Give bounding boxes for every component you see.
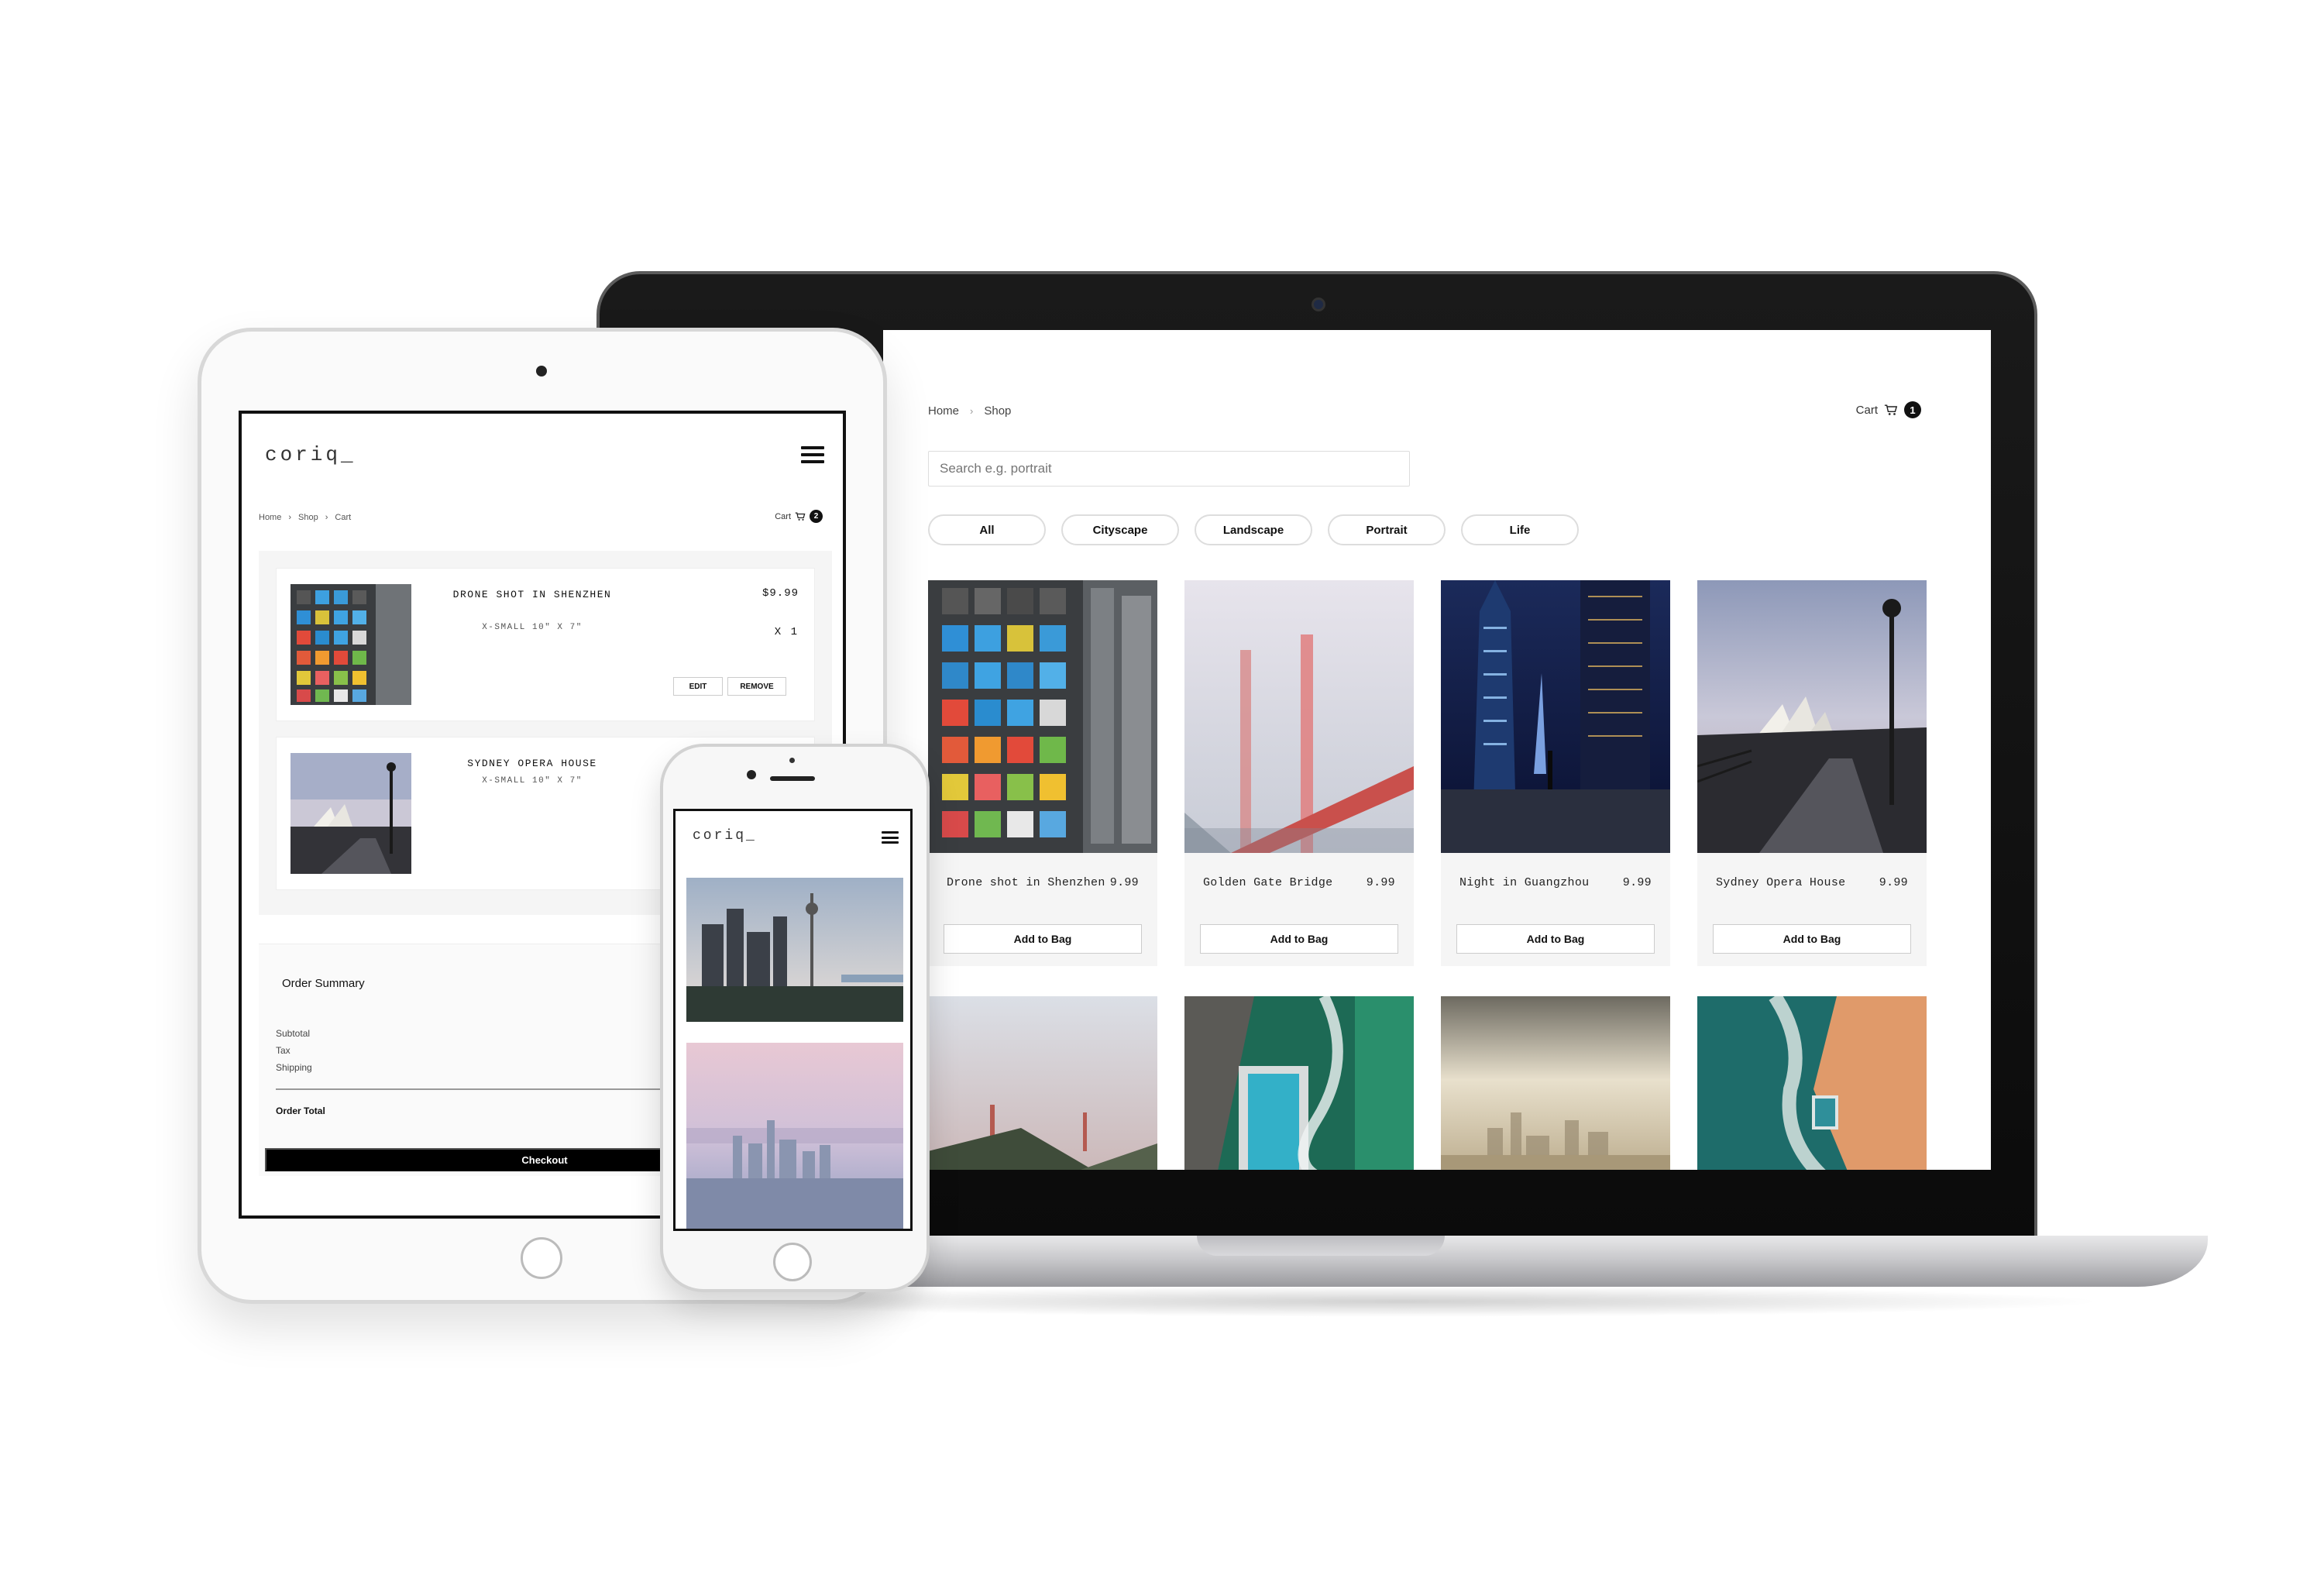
product-image-golden-gate-hills[interactable] (928, 996, 1157, 1170)
product-image-drone-shenzhen[interactable] (928, 580, 1157, 853)
search-input[interactable] (928, 451, 1410, 487)
breadcrumb-separator-icon: › (325, 513, 328, 522)
subtotal-label: Subtotal (276, 1028, 311, 1039)
edit-button[interactable]: EDIT (673, 677, 723, 696)
laptop-shadow (697, 1286, 2107, 1317)
filter-life-button[interactable]: Life (1461, 514, 1579, 545)
order-summary-heading: Order Summary (282, 977, 365, 990)
product-image-foggy-skyline[interactable] (1441, 996, 1670, 1170)
phone-front-sensor (789, 758, 795, 763)
breadcrumb-shop[interactable]: Shop (984, 404, 1011, 418)
product-image-ocean-pool[interactable] (1184, 996, 1414, 1170)
product-price: 9.99 (1109, 876, 1139, 889)
brand-logo[interactable]: coriq_ (265, 443, 356, 466)
brand-logo[interactable]: coriq_ (693, 828, 757, 844)
product-card[interactable] (1184, 996, 1414, 1170)
cart-item-title: SYDNEY OPERA HOUSE (467, 758, 597, 769)
product-card[interactable]: Golden Gate Bridge 9.99 Add to Bag (1184, 580, 1414, 966)
cart-item-thumbnail[interactable] (290, 753, 411, 874)
phone-camera (747, 770, 756, 779)
tablet-camera (536, 366, 547, 377)
cart-item-size: X-SMALL 10" X 7" (482, 623, 583, 632)
remove-button[interactable]: REMOVE (727, 677, 786, 696)
cart-item-quantity: X 1 (774, 626, 799, 638)
add-to-bag-button[interactable]: Add to Bag (1456, 924, 1655, 954)
product-price: 9.99 (1879, 876, 1908, 889)
breadcrumb: Home › Shop › Cart (259, 513, 351, 522)
breadcrumb-separator-icon: › (970, 405, 974, 417)
breadcrumb-home[interactable]: Home (928, 404, 959, 418)
product-image-san-francisco-dusk[interactable] (686, 1043, 903, 1229)
product-card[interactable] (1697, 996, 1927, 1170)
product-card[interactable]: Sydney Opera House 9.99 Add to Bag (1697, 580, 1927, 966)
product-price: 9.99 (1366, 876, 1395, 889)
product-image-golden-gate[interactable] (1184, 580, 1414, 853)
cart-label: Cart (1855, 403, 1878, 417)
breadcrumb-separator-icon: › (288, 513, 292, 522)
menu-icon[interactable] (882, 831, 899, 844)
product-image-sydney-skyline[interactable] (686, 878, 903, 1022)
desktop-shop-page: Home › Shop Cart 1 All Cityscape Landsca… (883, 330, 1991, 1170)
cart-item-price: $9.99 (761, 587, 799, 600)
cart-link[interactable]: Cart 1 (1856, 401, 1921, 418)
product-card[interactable] (928, 996, 1157, 1170)
cart-label: Cart (775, 511, 791, 521)
filter-cityscape-button[interactable]: Cityscape (1061, 514, 1179, 545)
cart-icon (1884, 404, 1898, 416)
product-name: Golden Gate Bridge (1203, 876, 1333, 889)
product-card[interactable]: Night in Guangzhou 9.99 Add to Bag (1441, 580, 1670, 966)
filter-portrait-button[interactable]: Portrait (1328, 514, 1446, 545)
product-price: 9.99 (1622, 876, 1652, 889)
add-to-bag-button[interactable]: Add to Bag (944, 924, 1142, 954)
laptop-notch (1197, 1236, 1445, 1256)
phone-speaker (770, 776, 815, 781)
phone-shop-page: coriq_ (673, 809, 913, 1231)
cart-item: DRONE SHOT IN SHENZHEN X-SMALL 10" X 7" … (276, 568, 815, 721)
product-image-guangzhou-night[interactable] (1441, 580, 1670, 853)
product-card[interactable] (1441, 996, 1670, 1170)
breadcrumb-home[interactable]: Home (259, 513, 281, 522)
breadcrumb-cart[interactable]: Cart (335, 513, 351, 522)
phone-home-button[interactable] (773, 1243, 812, 1281)
cart-count-badge: 2 (810, 510, 823, 523)
tax-label: Tax (276, 1045, 290, 1056)
product-name: Night in Guangzhou (1459, 876, 1590, 889)
cart-link[interactable]: Cart 2 (775, 510, 823, 523)
product-name: Drone shot in Shenzhen (947, 876, 1105, 889)
cart-item-title: DRONE SHOT IN SHENZHEN (452, 589, 612, 600)
product-image-sydney-opera[interactable] (1697, 580, 1927, 853)
breadcrumb: Home › Shop (928, 404, 1011, 418)
breadcrumb-shop[interactable]: Shop (298, 513, 318, 522)
cart-item-thumbnail[interactable] (290, 584, 411, 705)
order-total-label: Order Total (276, 1105, 325, 1116)
cart-count-badge: 1 (1904, 401, 1921, 418)
cart-item-size: X-SMALL 10" X 7" (482, 776, 583, 786)
filter-landscape-button[interactable]: Landscape (1195, 514, 1312, 545)
filter-all-button[interactable]: All (928, 514, 1046, 545)
cart-icon (795, 511, 806, 521)
add-to-bag-button[interactable]: Add to Bag (1200, 924, 1398, 954)
laptop-camera (1312, 297, 1325, 311)
menu-icon[interactable] (801, 446, 824, 463)
shipping-label: Shipping (276, 1062, 312, 1073)
product-card[interactable]: Drone shot in Shenzhen 9.99 Add to Bag (928, 580, 1157, 966)
product-image-beach-aerial[interactable] (1697, 996, 1927, 1170)
add-to-bag-button[interactable]: Add to Bag (1713, 924, 1911, 954)
product-name: Sydney Opera House (1716, 876, 1846, 889)
category-filters: All Cityscape Landscape Portrait Life (928, 514, 1579, 545)
tablet-home-button[interactable] (521, 1237, 562, 1279)
